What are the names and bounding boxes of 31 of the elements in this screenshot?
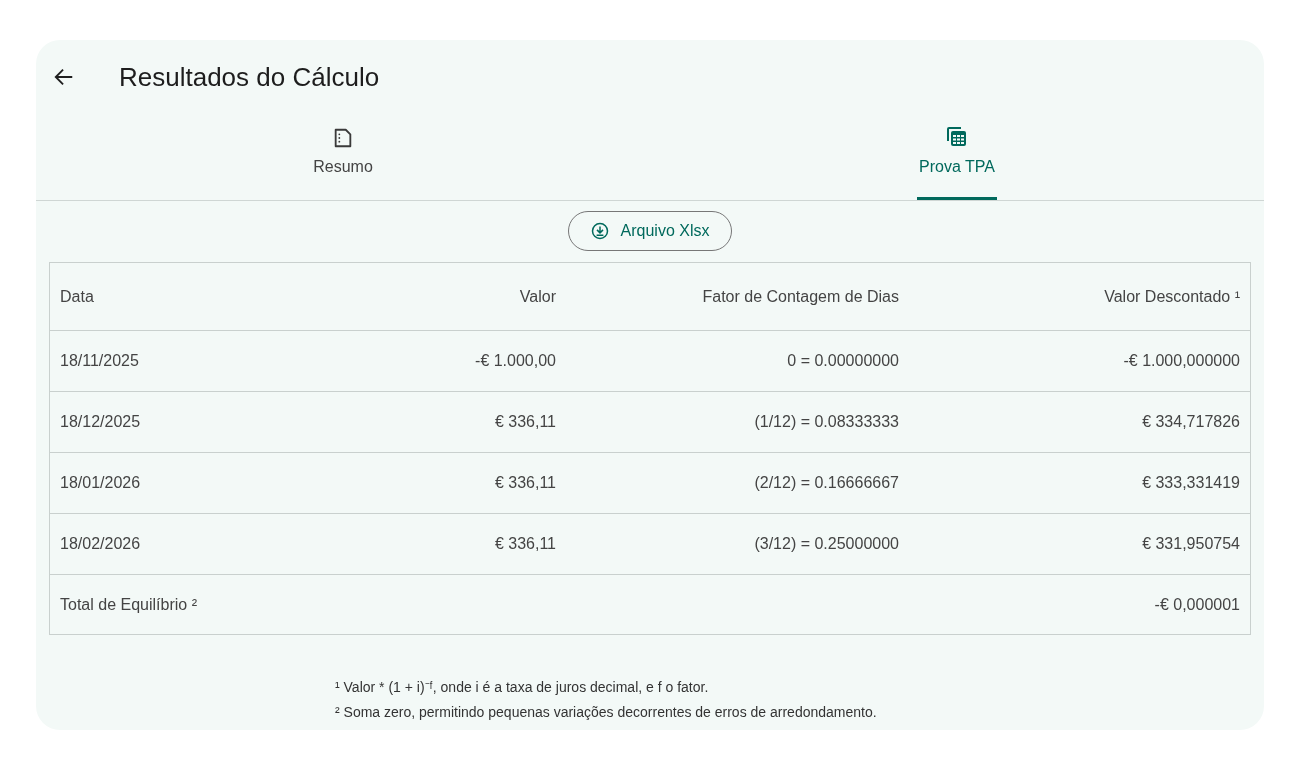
table-cell: -€ 1.000,000000 [1123,352,1240,369]
table-cell: 0 = 0.00000000 [787,352,899,369]
back-arrow-icon[interactable] [53,66,75,88]
table-cell: 18/12/2025 [60,413,141,430]
download-icon [590,222,609,240]
calculator-icon [945,125,969,149]
document-icon [332,127,354,149]
table-cell: (1/12) = 0.08333333 [754,413,899,430]
tab[interactable]: Resumo [311,108,375,200]
table-cell: 18/11/2025 [60,352,139,369]
tab[interactable]: Prova TPA [917,108,997,200]
column-header: Data [60,287,94,305]
table-cell: 18/02/2026 [60,535,141,552]
column-header: Valor [519,287,556,305]
footnote: ¹ Valor * (1 + i)⁻ᶠ, onde i é a taxa de juros decimal, e f o fator. [335,678,710,697]
table-cell: € 336,11 [494,535,556,552]
footnote: ² Soma zero, permitindo pequenas variações decorrentes de erros de arredondamento. [335,703,878,722]
table-cell: € 333,331419 [1142,474,1240,491]
total-value: -€ 0,000001 [1154,595,1240,613]
table-cell: (3/12) = 0.25000000 [754,535,899,552]
table-cell: € 336,11 [494,413,556,430]
table-cell: € 336,11 [494,474,556,491]
table-cell: 18/01/2026 [60,474,141,491]
column-header: Fator de Contagem de Dias [702,287,899,305]
table-cell: € 331,950754 [1142,535,1240,552]
table-cell: (2/12) = 0.16666667 [754,474,899,491]
total-label: Total de Equilíbrio ² [60,595,197,613]
column-header: Valor Descontado ¹ [1104,287,1240,305]
table-cell: -€ 1.000,00 [475,352,556,369]
page-title: Resultados do Cálculo [119,60,380,94]
table-cell: € 334,717826 [1142,413,1240,430]
